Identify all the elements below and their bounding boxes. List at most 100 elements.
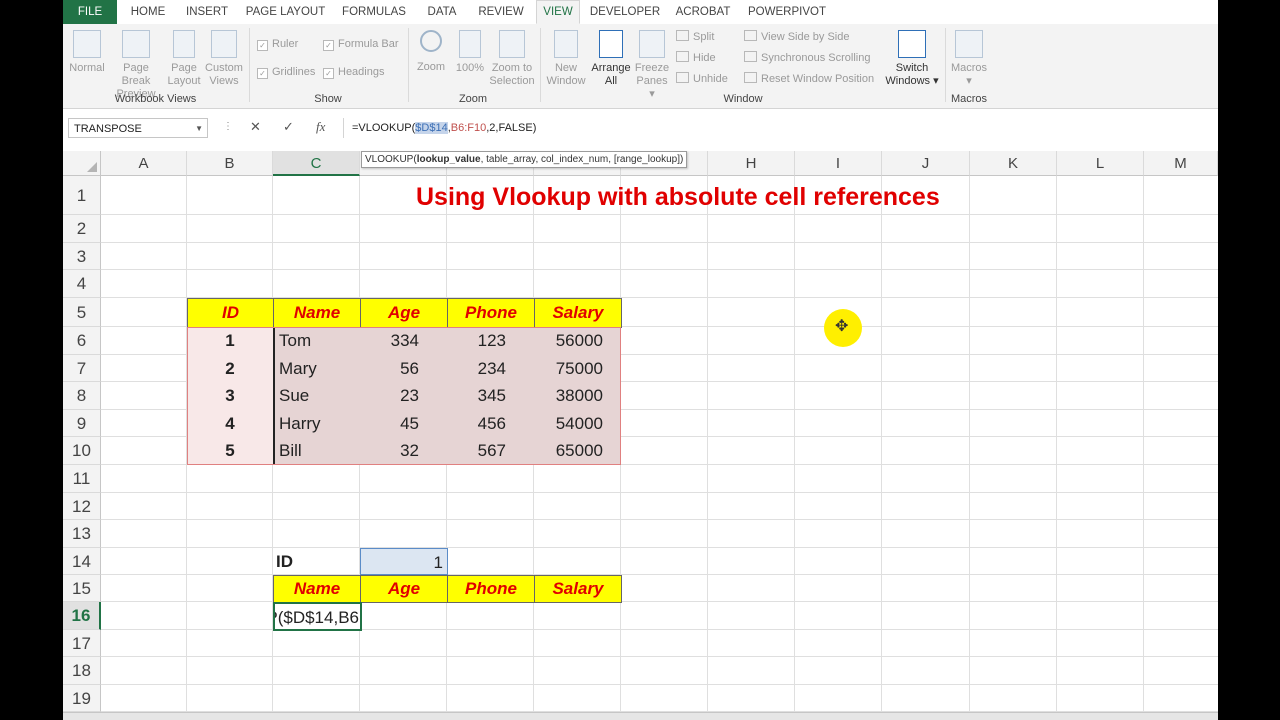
reset-window-position-button[interactable]: Reset Window Position [744,72,874,85]
switch-windows-button[interactable]: Switch Windows ▾ [883,30,941,88]
row-header-7[interactable]: 7 [63,355,101,382]
row-header-3[interactable]: 3 [63,243,101,270]
formula-bar-checkbox[interactable]: ✓ Formula Bar [323,38,399,51]
synchronous-scrolling-button[interactable]: Synchronous Scrolling [744,51,870,64]
row-header-18[interactable]: 18 [63,657,101,685]
column-header-b[interactable]: B [187,151,273,176]
zoom-100-button[interactable]: 100% [453,30,487,75]
chevron-down-icon[interactable]: ▼ [195,119,203,139]
view-side-by-side-button[interactable]: View Side by Side [744,30,849,43]
cancel-icon[interactable]: ✕ [250,119,261,135]
table-cell[interactable]: Harry [273,410,360,437]
table-cell[interactable]: 75000 [534,355,621,382]
tab-view[interactable]: VIEW [536,0,580,24]
id-cell[interactable]: 1 [187,327,273,355]
split-button[interactable]: Split [676,30,714,43]
row-header-14[interactable]: 14 [63,548,101,575]
ruler-checkbox[interactable]: ✓ Ruler [257,38,298,51]
editing-cell[interactable]: P($D$14,B6 [273,602,362,631]
tab-acrobat[interactable]: ACROBAT [671,0,735,24]
insert-function-icon[interactable]: fx [316,119,325,135]
row-header-6[interactable]: 6 [63,327,101,355]
hide-button[interactable]: Hide [676,51,716,64]
column-header-k[interactable]: K [970,151,1057,176]
row-header-10[interactable]: 10 [63,437,101,465]
table-header-cell[interactable]: Name [273,298,361,328]
column-header-j[interactable]: J [882,151,970,176]
table-cell[interactable]: 345 [447,382,534,410]
result-header-cell[interactable]: Phone [447,575,535,603]
tab-data[interactable]: DATA [419,0,465,24]
result-header-cell[interactable]: Age [360,575,448,603]
table-cell[interactable]: Bill [273,437,360,465]
table-cell[interactable]: 65000 [534,437,621,465]
table-cell[interactable]: 334 [360,327,447,355]
table-cell[interactable]: 56 [360,355,447,382]
lookup-label-cell[interactable]: ID [274,548,361,575]
macros-button[interactable]: Macros ▾ [949,30,989,88]
table-cell[interactable]: 123 [447,327,534,355]
row-header-19[interactable]: 19 [63,685,101,712]
row-header-13[interactable]: 13 [63,520,101,548]
normal-view-button[interactable]: Normal [68,30,106,75]
column-header-a[interactable]: A [101,151,187,176]
new-window-button[interactable]: New Window [544,30,588,88]
row-header-9[interactable]: 9 [63,410,101,437]
drag-handle-icon[interactable]: ⋮ [223,121,233,132]
table-header-cell[interactable]: Phone [447,298,535,328]
row-header-4[interactable]: 4 [63,270,101,298]
row-header-15[interactable]: 15 [63,575,101,602]
page-layout-view-button[interactable]: Page Layout [166,30,202,88]
table-cell[interactable]: 234 [447,355,534,382]
gridlines-checkbox[interactable]: ✓ Gridlines [257,66,315,79]
row-header-1[interactable]: 1 [63,176,101,215]
column-header-i[interactable]: I [795,151,882,176]
name-box[interactable]: TRANSPOSE ▼ [68,118,208,138]
table-cell[interactable]: 54000 [534,410,621,437]
table-cell[interactable]: 32 [360,437,447,465]
table-cell[interactable]: 23 [360,382,447,410]
tab-page-layout[interactable]: PAGE LAYOUT [243,0,328,24]
table-header-cell[interactable]: ID [187,298,274,328]
arrange-all-button[interactable]: Arrange All [589,30,633,88]
row-header-16[interactable]: 16 [63,602,101,630]
row-header-11[interactable]: 11 [63,465,101,493]
select-all-corner[interactable] [63,151,101,176]
table-cell[interactable]: 567 [447,437,534,465]
result-header-cell[interactable]: Salary [534,575,622,603]
row-header-17[interactable]: 17 [63,630,101,657]
id-cell[interactable]: 2 [187,355,273,382]
table-cell[interactable]: Tom [273,327,360,355]
page-break-preview-button[interactable]: Page Break Preview [108,30,164,101]
tab-developer[interactable]: DEVELOPER [589,0,661,24]
zoom-to-selection-button[interactable]: Zoom to Selection [489,30,535,88]
table-cell[interactable]: 56000 [534,327,621,355]
tab-insert[interactable]: INSERT [181,0,233,24]
id-cell[interactable]: 5 [187,437,273,465]
formula-input[interactable]: =VLOOKUP($D$14,B6:F10,2,FALSE) [343,118,1218,138]
tab-powerpivot[interactable]: POWERPIVOT [746,0,828,24]
tab-file[interactable]: FILE [63,0,117,24]
row-header-12[interactable]: 12 [63,493,101,520]
id-cell[interactable]: 3 [187,382,273,410]
headings-checkbox[interactable]: ✓ Headings [323,66,384,79]
custom-views-button[interactable]: Custom Views [203,30,245,88]
row-header-5[interactable]: 5 [63,298,101,327]
unhide-button[interactable]: Unhide [676,72,728,85]
lookup-value-cell[interactable]: 1 [360,548,448,575]
row-header-8[interactable]: 8 [63,382,101,410]
table-cell[interactable]: 456 [447,410,534,437]
zoom-button[interactable]: Zoom [413,30,449,74]
function-tooltip[interactable]: VLOOKUP(lookup_value, table_array, col_i… [361,151,688,168]
table-cell[interactable]: Sue [273,382,360,410]
column-header-m[interactable]: M [1144,151,1218,176]
table-header-cell[interactable]: Salary [534,298,622,328]
sheet-tabs-bar[interactable] [63,712,1218,720]
column-header-h[interactable]: H [708,151,795,176]
column-header-c[interactable]: C [273,151,360,176]
tab-review[interactable]: REVIEW [473,0,529,24]
result-header-cell[interactable]: Name [273,575,361,603]
enter-icon[interactable]: ✓ [283,119,294,135]
tab-formulas[interactable]: FORMULAS [339,0,409,24]
table-cell[interactable]: Mary [273,355,360,382]
